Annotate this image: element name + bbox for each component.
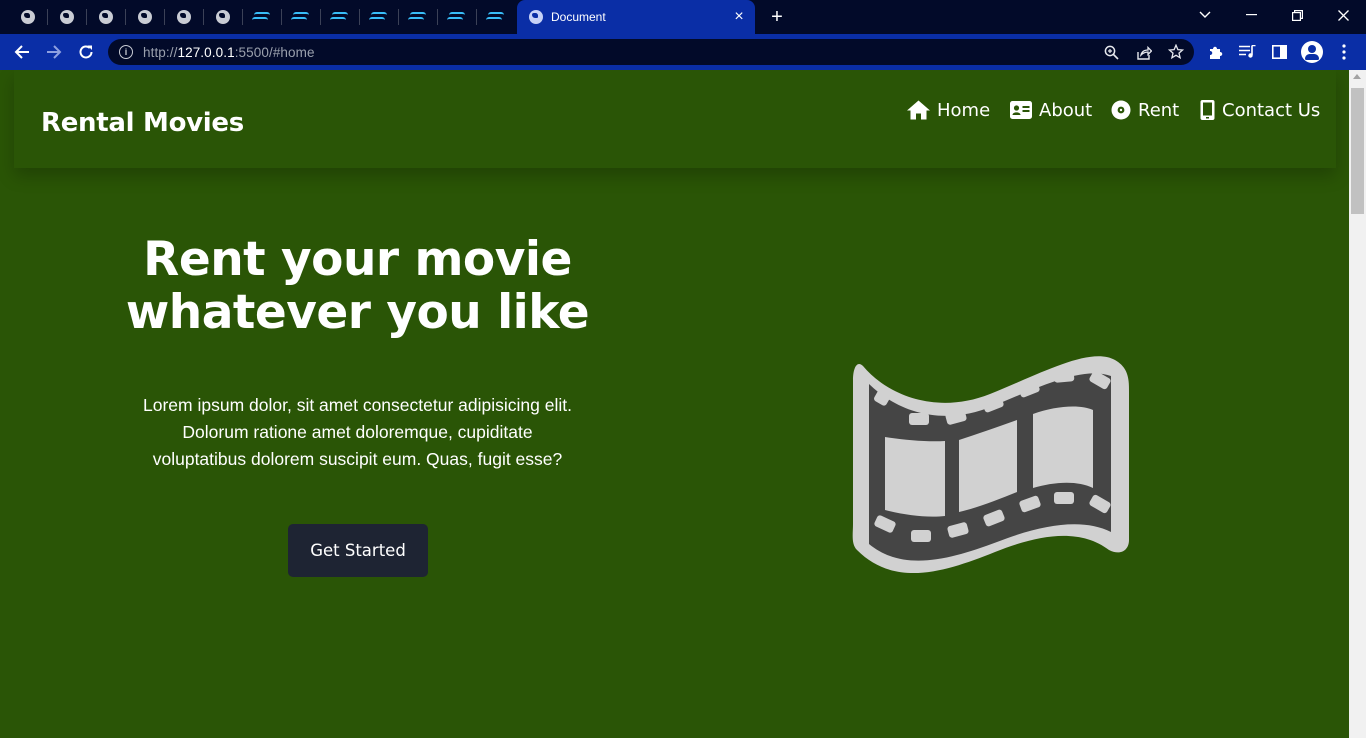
share-icon[interactable] (1135, 43, 1153, 61)
brand-logo[interactable]: Rental Movies (41, 108, 244, 138)
tab-search-button[interactable] (1182, 0, 1228, 30)
film-strip-icon (852, 356, 1129, 574)
profile-avatar-icon[interactable] (1301, 41, 1323, 63)
nav-home-label: Home (937, 99, 991, 121)
nav-home[interactable]: Home (907, 98, 990, 122)
pinned-tab[interactable] (8, 5, 47, 29)
nav-contact[interactable]: Contact Us (1200, 98, 1320, 122)
scroll-thumb[interactable] (1351, 88, 1364, 214)
globe-icon (59, 10, 74, 24)
arrow-left-icon (14, 45, 29, 59)
nav-contact-label: Contact Us (1222, 99, 1321, 121)
pinned-tab[interactable] (476, 5, 515, 29)
new-tab-button[interactable]: + (766, 6, 788, 28)
arrow-right-icon (47, 45, 62, 59)
tab-title: Document (551, 10, 606, 24)
globe-icon (137, 10, 152, 24)
tailwind-icon (485, 12, 504, 22)
more-menu-icon[interactable] (1334, 42, 1354, 62)
address-bar[interactable]: i http://127.0.0.1:5500/#home (108, 39, 1194, 65)
minimize-icon (1245, 14, 1257, 16)
extensions-puzzle-icon[interactable] (1206, 42, 1226, 62)
reload-button[interactable] (72, 38, 100, 66)
restore-button[interactable] (1274, 0, 1320, 30)
disc-icon (1111, 100, 1131, 120)
restore-icon (1291, 9, 1303, 21)
tailwind-icon (407, 12, 426, 22)
nav-rent[interactable]: Rent (1111, 98, 1179, 122)
media-queue-icon[interactable] (1237, 42, 1257, 62)
pinned-tab[interactable] (281, 5, 320, 29)
get-started-button[interactable]: Get Started (288, 524, 428, 577)
close-icon (1337, 9, 1349, 21)
pinned-tab[interactable] (359, 5, 398, 29)
chevron-down-icon (1199, 11, 1211, 18)
pinned-tab[interactable] (437, 5, 476, 29)
minimize-button[interactable] (1228, 0, 1274, 30)
home-icon (907, 100, 930, 120)
pinned-tab[interactable] (320, 5, 359, 29)
pinned-tab[interactable] (203, 5, 242, 29)
mobile-phone-icon (1200, 100, 1215, 120)
tailwind-icon (446, 12, 465, 22)
tailwind-icon (329, 12, 348, 22)
tab-close-button[interactable]: × (729, 9, 749, 25)
tailwind-icon (290, 12, 309, 22)
nav-rent-label: Rent (1138, 99, 1180, 121)
pinned-tab[interactable] (86, 5, 125, 29)
active-tab[interactable]: Document × (517, 0, 755, 34)
info-icon[interactable]: i (119, 45, 133, 59)
id-card-icon (1010, 101, 1032, 119)
bookmark-star-icon[interactable] (1167, 43, 1185, 61)
forward-button[interactable] (40, 38, 68, 66)
pinned-tab[interactable] (125, 5, 164, 29)
globe-icon (215, 10, 230, 24)
site-navbar: Rental Movies Home About Rent Contact Us (14, 70, 1336, 168)
reload-icon (79, 45, 93, 59)
page-scrollbar[interactable] (1349, 70, 1366, 738)
pinned-tab[interactable] (398, 5, 437, 29)
url-text[interactable]: http://127.0.0.1:5500/#home (143, 45, 315, 60)
hero-description: Lorem ipsum dolor, sit amet consectetur … (143, 395, 572, 469)
hero-title: Rent your movie whatever you like (125, 232, 590, 340)
pinned-tab[interactable] (164, 5, 203, 29)
browser-toolbar: i http://127.0.0.1:5500/#home (0, 34, 1366, 70)
close-window-button[interactable] (1320, 0, 1366, 30)
tailwind-icon (251, 12, 270, 22)
nav-about[interactable]: About (1010, 98, 1092, 122)
pinned-tab[interactable] (47, 5, 86, 29)
globe-icon (529, 10, 543, 24)
browser-tab-strip: Document × + (0, 0, 1366, 34)
back-button[interactable] (8, 38, 36, 66)
globe-icon (176, 10, 191, 24)
scroll-up-arrow-icon[interactable] (1353, 74, 1361, 79)
zoom-icon[interactable] (1102, 43, 1120, 61)
page-viewport: Rental Movies Home About Rent Contact Us… (0, 70, 1349, 738)
globe-icon (98, 10, 113, 24)
tailwind-icon (368, 12, 387, 22)
nav-about-label: About (1039, 99, 1093, 121)
pinned-tab[interactable] (242, 5, 281, 29)
side-panel-icon[interactable] (1269, 42, 1289, 62)
globe-icon (20, 10, 35, 24)
